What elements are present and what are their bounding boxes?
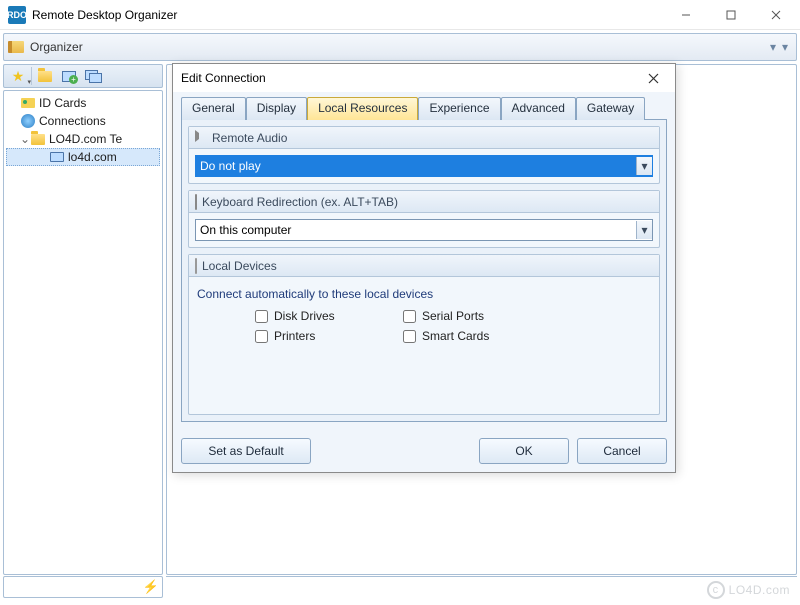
new-connection-button[interactable] bbox=[58, 66, 80, 86]
tree-item-connections[interactable]: Connections bbox=[6, 112, 160, 130]
organizer-menubar[interactable]: Organizer ▾ ▾ bbox=[3, 33, 797, 61]
connection-tree[interactable]: ID Cards Connections ⌄ LO4D.com Te lo4d.… bbox=[3, 90, 163, 575]
close-button[interactable] bbox=[753, 1, 798, 29]
keyboard-redirection-section: Keyboard Redirection (ex. ALT+TAB) On th… bbox=[188, 190, 660, 248]
idcard-icon bbox=[20, 96, 36, 110]
checkbox-label: Smart Cards bbox=[422, 329, 489, 343]
section-title: Keyboard Redirection (ex. ALT+TAB) bbox=[202, 195, 398, 209]
tree-label: lo4d.com bbox=[68, 150, 117, 164]
tab-gateway[interactable]: Gateway bbox=[576, 97, 645, 120]
combo-value: Do not play bbox=[200, 159, 636, 173]
checkbox-serial-ports[interactable]: Serial Ports bbox=[403, 309, 543, 323]
tab-display[interactable]: Display bbox=[246, 97, 307, 120]
panel-toggle-chevrons[interactable]: ▾ ▾ bbox=[770, 40, 792, 54]
folder-icon bbox=[30, 132, 46, 146]
organizer-label: Organizer bbox=[30, 40, 83, 54]
keyboard-redirection-combo[interactable]: On this computer ▾ bbox=[195, 219, 653, 241]
local-devices-section: Local Devices Connect automatically to t… bbox=[188, 254, 660, 415]
status-line bbox=[166, 576, 797, 598]
checkbox-label: Serial Ports bbox=[422, 309, 484, 323]
dialog-title: Edit Connection bbox=[181, 71, 639, 85]
status-bar: ⚡ bbox=[3, 576, 797, 602]
section-title: Remote Audio bbox=[212, 131, 287, 145]
speaker-icon bbox=[195, 130, 207, 145]
tab-local-resources[interactable]: Local Resources bbox=[307, 97, 418, 120]
connections-view-button[interactable] bbox=[82, 66, 104, 86]
drive-icon bbox=[195, 259, 197, 273]
combo-value: On this computer bbox=[200, 223, 636, 237]
dialog-close-button[interactable] bbox=[639, 66, 667, 90]
ok-button[interactable]: OK bbox=[479, 438, 569, 464]
globe-icon bbox=[20, 114, 36, 128]
window-title: Remote Desktop Organizer bbox=[32, 8, 663, 22]
dialog-button-bar: Set as Default OK Cancel bbox=[173, 430, 675, 472]
tree-label: ID Cards bbox=[39, 96, 86, 110]
remote-audio-section: Remote Audio Do not play ▾ bbox=[188, 126, 660, 184]
checkbox-input[interactable] bbox=[403, 310, 416, 323]
tree-label: LO4D.com Te bbox=[49, 132, 122, 146]
tab-experience[interactable]: Experience bbox=[418, 97, 500, 120]
checkbox-disk-drives[interactable]: Disk Drives bbox=[255, 309, 395, 323]
sidebar-toolbar: ★ bbox=[3, 64, 163, 88]
tab-panel-local-resources: Remote Audio Do not play ▾ Keyboard Redi… bbox=[181, 120, 667, 422]
minimize-button[interactable] bbox=[663, 1, 708, 29]
tree-item-idcards[interactable]: ID Cards bbox=[6, 94, 160, 112]
favorites-button[interactable]: ★ bbox=[7, 66, 29, 86]
remote-audio-combo[interactable]: Do not play ▾ bbox=[195, 155, 653, 177]
dialog-tabs: General Display Local Resources Experien… bbox=[181, 96, 667, 120]
titlebar: RDO Remote Desktop Organizer bbox=[0, 0, 800, 30]
tree-label: Connections bbox=[39, 114, 106, 128]
dialog-titlebar: Edit Connection bbox=[173, 64, 675, 92]
checkbox-printers[interactable]: Printers bbox=[255, 329, 395, 343]
section-title: Local Devices bbox=[202, 259, 277, 273]
cancel-button[interactable]: Cancel bbox=[577, 438, 667, 464]
chevron-down-icon: ▾ bbox=[782, 40, 788, 54]
book-icon bbox=[8, 40, 26, 54]
checkbox-label: Printers bbox=[274, 329, 315, 343]
monitor-icon bbox=[49, 150, 65, 164]
tree-item-folder[interactable]: ⌄ LO4D.com Te bbox=[6, 130, 160, 148]
checkbox-smart-cards[interactable]: Smart Cards bbox=[403, 329, 543, 343]
expand-caret-icon[interactable]: ⌄ bbox=[20, 132, 30, 146]
checkbox-input[interactable] bbox=[403, 330, 416, 343]
app-icon: RDO bbox=[8, 6, 26, 24]
filter-input[interactable]: ⚡ bbox=[3, 576, 163, 598]
chevron-down-icon: ▾ bbox=[636, 157, 652, 175]
maximize-button[interactable] bbox=[708, 1, 753, 29]
local-devices-description: Connect automatically to these local dev… bbox=[197, 287, 651, 301]
checkbox-label: Disk Drives bbox=[274, 309, 335, 323]
sidebar: ★ ID Cards Connections ⌄ LO4D.com Te bbox=[3, 64, 163, 575]
watermark: cLO4D.com bbox=[707, 581, 790, 599]
keyboard-icon bbox=[195, 195, 197, 209]
tab-advanced[interactable]: Advanced bbox=[501, 97, 576, 120]
set-default-button[interactable]: Set as Default bbox=[181, 438, 311, 464]
chevron-down-icon: ▾ bbox=[770, 40, 776, 54]
chevron-down-icon: ▾ bbox=[636, 221, 652, 239]
tree-item-connection[interactable]: lo4d.com bbox=[6, 148, 160, 166]
new-folder-button[interactable] bbox=[34, 66, 56, 86]
toolbar-separator bbox=[31, 67, 32, 85]
checkbox-input[interactable] bbox=[255, 310, 268, 323]
lightning-icon: ⚡ bbox=[143, 579, 159, 595]
checkbox-input[interactable] bbox=[255, 330, 268, 343]
tab-general[interactable]: General bbox=[181, 97, 246, 120]
edit-connection-dialog: Edit Connection General Display Local Re… bbox=[172, 63, 676, 473]
